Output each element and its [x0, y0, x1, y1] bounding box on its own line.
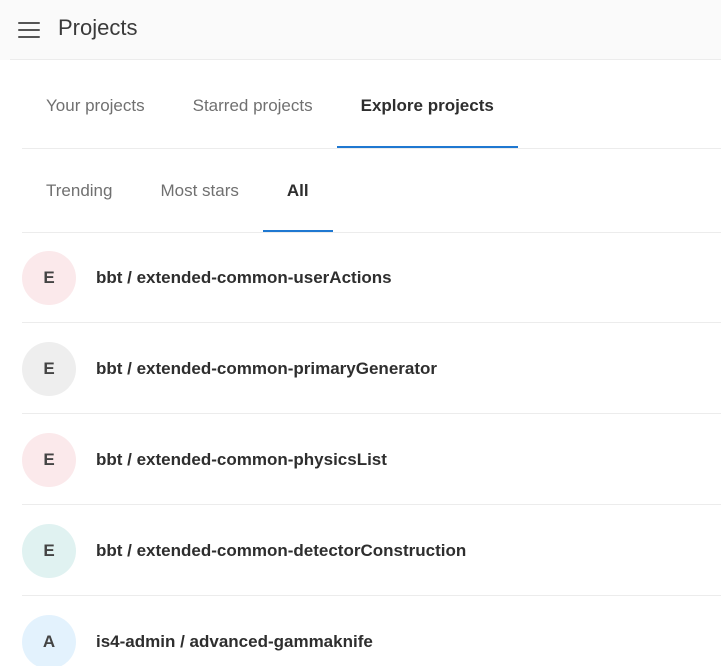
top-header: Projects — [0, 0, 721, 60]
tab-starred-projects[interactable]: Starred projects — [169, 64, 337, 148]
project-row[interactable]: E bbt / extended-common-detectorConstruc… — [0, 505, 721, 596]
tab-most-stars[interactable]: Most stars — [136, 150, 262, 232]
hamburger-line — [18, 35, 40, 38]
project-name-link[interactable]: bbt / extended-common-physicsList — [96, 450, 387, 470]
tab-explore-projects[interactable]: Explore projects — [336, 64, 519, 148]
hamburger-menu-icon[interactable] — [18, 21, 40, 38]
hamburger-line — [18, 28, 40, 31]
header-bar: Projects — [10, 0, 721, 60]
project-name-link[interactable]: bbt / extended-common-detectorConstructi… — [96, 541, 466, 561]
primary-tabs: Your projects Starred projects Explore p… — [22, 64, 721, 148]
primary-tabs-divider — [22, 148, 721, 149]
project-avatar[interactable]: E — [22, 432, 76, 487]
project-row[interactable]: E bbt / extended-common-userActions — [0, 232, 721, 323]
page-title: Projects — [58, 14, 138, 40]
project-row[interactable]: E bbt / extended-common-physicsList — [0, 414, 721, 505]
project-name-link[interactable]: bbt / extended-common-primaryGenerator — [96, 359, 437, 379]
tab-all[interactable]: All — [262, 150, 333, 232]
project-list: E bbt / extended-common-userActions E bb… — [0, 232, 721, 666]
project-row[interactable]: A is4-admin / advanced-gammaknife — [0, 596, 721, 666]
secondary-tabs: Trending Most stars All — [22, 150, 721, 232]
project-avatar[interactable]: E — [22, 341, 76, 396]
project-avatar[interactable]: E — [22, 250, 76, 305]
tab-trending[interactable]: Trending — [22, 150, 136, 232]
project-name-link[interactable]: bbt / extended-common-userActions — [96, 268, 392, 288]
project-name-link[interactable]: is4-admin / advanced-gammaknife — [96, 632, 373, 652]
tab-your-projects[interactable]: Your projects — [22, 64, 169, 148]
project-avatar[interactable]: A — [22, 614, 76, 666]
hamburger-line — [18, 21, 40, 24]
page: Projects Your projects Starred projects … — [0, 0, 721, 666]
project-row[interactable]: E bbt / extended-common-primaryGenerator — [0, 323, 721, 414]
project-avatar[interactable]: E — [22, 523, 76, 578]
